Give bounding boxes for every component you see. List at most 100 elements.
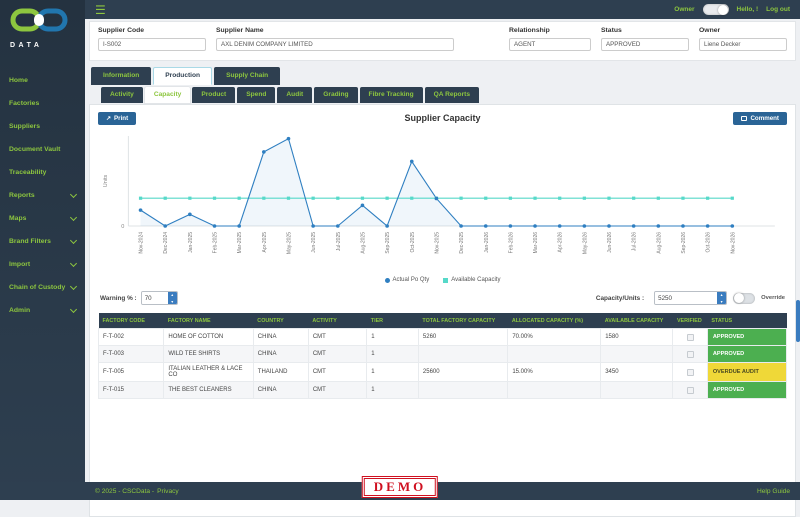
factory-capacity-table: FACTORY CODEFACTORY NAMECOUNTRYACTIVITYT… [98,313,787,399]
legend-actual-po-qty[interactable]: Actual Po Qty [385,277,430,283]
subtab-activity[interactable]: Activity [101,87,143,103]
chevron-down-icon [70,214,77,221]
legend-available-capacity[interactable]: Available Capacity [443,277,500,283]
status-label: Status [601,27,689,34]
capacity-stepper[interactable]: ▲▼ [654,291,727,305]
demo-stamp: DEMO [362,476,438,498]
cell-tier: 1 [367,382,419,399]
table-row[interactable]: F-T-002HOME OF COTTONCHINACMT1526070.00%… [99,329,787,346]
col-header-country[interactable]: COUNTRY [253,313,308,329]
tab-supply-chain[interactable]: Supply Chain [214,67,280,85]
cell-name: HOME OF COTTON [164,329,253,346]
sidebar-item-chain-of-custody[interactable]: Chain of Custody [0,276,85,299]
sidebar-item-factories[interactable]: Factories [0,92,85,115]
logout-link[interactable]: Log out [766,6,790,13]
cell-tier: 1 [367,346,419,363]
subtab-qa-reports[interactable]: QA Reports [425,87,479,103]
cell-country: CHINA [253,382,308,399]
sidebar-item-document-vault[interactable]: Document Vault [0,138,85,161]
table-row[interactable]: F-T-005ITALIAN LEATHER & LACE COTHAILAND… [99,363,787,382]
cell-status: APPROVED [707,346,786,363]
supplier-name-field[interactable] [216,38,454,51]
warning-input[interactable] [142,292,168,304]
capacity-down-icon[interactable]: ▼ [717,299,726,306]
tab-information[interactable]: Information [91,67,151,85]
cell-activity: CMT [308,346,366,363]
col-header-activity[interactable]: ACTIVITY [308,313,366,329]
capacity-input[interactable] [655,292,717,304]
tab-production[interactable]: Production [153,67,212,85]
cell-code: F-T-003 [99,346,164,363]
sidebar-item-brand-filters[interactable]: Brand Filters [0,230,85,253]
svg-text:0: 0 [121,224,124,230]
main-tabs: InformationProductionSupply Chain [91,67,796,85]
override-toggle-knob [734,293,744,303]
col-header-allocated-capacity[interactable]: ALLOCATED CAPACITY (%) [508,313,601,329]
chevron-down-icon [70,306,77,313]
supplier-code-field[interactable] [98,38,206,51]
col-header-total-factory-capacity[interactable]: TOTAL FACTORY CAPACITY [418,313,507,329]
sidebar-item-traceability[interactable]: Traceability [0,161,85,184]
verified-checkbox[interactable] [687,351,694,358]
sidebar-item-label: Suppliers [9,123,40,130]
table-row[interactable]: F-T-003WILD TEE SHIRTSCHINACMT1APPROVED [99,346,787,363]
col-header-available-capacity[interactable]: AVAILABLE CAPACITY [601,313,673,329]
cell-available: 3450 [601,363,673,382]
col-header-status[interactable]: STATUS [707,313,786,329]
verified-checkbox[interactable] [687,387,694,394]
verified-checkbox[interactable] [687,369,694,376]
chart-legend: Actual Po Qty Available Capacity [98,277,787,283]
help-guide-link[interactable]: Help Guide [757,488,790,495]
sidebar-item-label: Brand Filters [9,238,51,245]
svg-text:Oct-2025: Oct-2025 [410,232,416,253]
warning-label: Warning % : [100,295,137,302]
owner-toggle[interactable] [703,4,729,15]
status-field[interactable] [601,38,689,51]
override-toggle[interactable] [733,293,755,304]
warning-stepper[interactable]: ▲▼ [141,291,178,305]
subtab-product[interactable]: Product [192,87,235,103]
subtab-grading[interactable]: Grading [314,87,357,103]
svg-text:Feb-2025: Feb-2025 [213,232,219,254]
sidebar-item-admin[interactable]: Admin [0,299,85,322]
logo[interactable]: DATA [0,0,85,53]
legend-label: Available Capacity [451,277,500,283]
col-header-factory-name[interactable]: FACTORY NAME [164,313,253,329]
cell-verified [673,382,707,399]
cell-available [601,346,673,363]
col-header-factory-code[interactable]: FACTORY CODE [99,313,164,329]
subtab-audit[interactable]: Audit [277,87,312,103]
svg-text:Mar-2026: Mar-2026 [533,232,539,254]
status-badge: APPROVED [708,346,786,362]
chevron-down-icon [70,260,77,267]
svg-text:Aug-2025: Aug-2025 [360,232,366,254]
svg-text:Apr-2025: Apr-2025 [262,232,268,253]
col-header-tier[interactable]: TIER [367,313,419,329]
supplier-capacity-chart[interactable]: 0UnitsNov-2024Dec-2024Jan-2025Feb-2025Ma… [98,130,787,277]
subtab-spend[interactable]: Spend [237,87,275,103]
svg-text:Dec-2025: Dec-2025 [459,232,465,254]
verified-checkbox[interactable] [687,334,694,341]
subtab-fibre-tracking[interactable]: Fibre Tracking [360,87,423,103]
subtab-capacity[interactable]: Capacity [145,87,191,103]
status-badge: OVERDUE AUDIT [708,363,786,381]
sidebar-item-maps[interactable]: Maps [0,207,85,230]
svg-text:Sep-2025: Sep-2025 [385,232,391,254]
svg-text:Aug-2026: Aug-2026 [656,232,662,254]
hamburger-menu-icon[interactable]: ☰ [95,5,106,15]
cell-verified [673,363,707,382]
warning-down-icon[interactable]: ▼ [168,299,177,306]
table-row[interactable]: F-T-015THE BEST CLEANERSCHINACMT1APPROVE… [99,382,787,399]
square-marker-icon [443,278,448,283]
cell-allocated [508,346,601,363]
sidebar-item-label: Traceability [9,169,46,176]
owner-field[interactable] [699,38,787,51]
col-header-verified[interactable]: VERIFIED [673,313,707,329]
sidebar-item-home[interactable]: Home [0,69,85,92]
sidebar-item-reports[interactable]: Reports [0,184,85,207]
scrollbar[interactable] [796,300,800,342]
sidebar-item-import[interactable]: Import [0,253,85,276]
relationship-field[interactable] [509,38,591,51]
privacy-link[interactable]: Privacy [157,488,179,495]
sidebar-item-suppliers[interactable]: Suppliers [0,115,85,138]
